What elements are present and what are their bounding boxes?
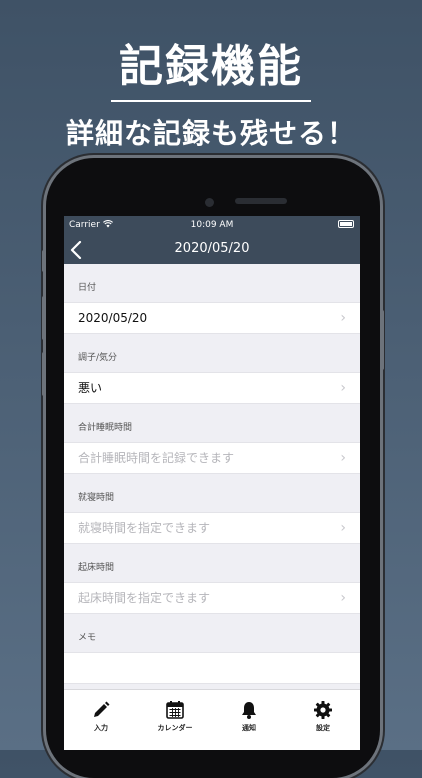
tab-notifications[interactable]: 通知: [212, 690, 286, 750]
title-underline: [111, 100, 311, 102]
total-sleep-placeholder: 合計睡眠時間を記録できます: [78, 451, 235, 465]
chevron-right-icon: ›: [340, 520, 346, 536]
volume-down-button: [42, 352, 46, 396]
bell-icon: [242, 702, 256, 719]
section-header-total-sleep: 合計睡眠時間: [78, 423, 133, 433]
chevron-right-icon: ›: [340, 590, 346, 606]
memo-field[interactable]: [64, 652, 360, 684]
total-sleep-row[interactable]: 合計睡眠時間を記録できます ›: [64, 442, 360, 474]
status-bar: Carrier 10:09 AM: [64, 216, 360, 234]
section-header-condition: 調子/気分: [78, 353, 118, 363]
wake-time-row[interactable]: 起床時間を指定できます ›: [64, 582, 360, 614]
form-list: 日付 2020/05/20 › 調子/気分 悪い › 合計睡眠時間 合計睡眠時間…: [64, 264, 360, 684]
wake-time-placeholder: 起床時間を指定できます: [78, 591, 211, 605]
battery-icon: [338, 220, 354, 228]
bedtime-row[interactable]: 就寝時間を指定できます ›: [64, 512, 360, 544]
tab-calendar[interactable]: カレンダー: [138, 690, 212, 750]
pencil-icon: [94, 701, 110, 717]
app-screen: Carrier 10:09 AM 2020/05/20 日付 2020/05/2…: [64, 216, 360, 750]
section-header-wake-time: 起床時間: [78, 563, 115, 573]
date-row[interactable]: 2020/05/20 ›: [64, 302, 360, 334]
gear-icon: [314, 701, 332, 719]
tab-notifications-label: 通知: [242, 724, 256, 732]
section-header-memo: メモ: [78, 633, 97, 643]
tab-bar: 入力 カレンダー 通知 設定: [64, 689, 360, 750]
chevron-right-icon: ›: [340, 310, 346, 326]
nav-title: 2020/05/20: [174, 241, 250, 256]
volume-up-button: [42, 296, 46, 340]
promo-title: 記録機能: [119, 41, 303, 92]
tab-calendar-label: カレンダー: [157, 724, 193, 732]
condition-row[interactable]: 悪い ›: [64, 372, 360, 404]
section-header-bedtime: 就寝時間: [78, 493, 115, 503]
mute-switch: [42, 250, 46, 272]
power-button: [380, 310, 384, 370]
promo-subtitle: 詳細な記録も残せる！: [65, 117, 356, 150]
chevron-right-icon: ›: [340, 380, 346, 396]
speaker-grille: [235, 198, 287, 204]
section-header-date: 日付: [78, 283, 97, 293]
condition-value: 悪い: [78, 381, 103, 395]
calendar-icon: [166, 701, 184, 719]
tab-settings[interactable]: 設定: [286, 690, 360, 750]
camera-icon: [205, 198, 214, 207]
bedtime-placeholder: 就寝時間を指定できます: [78, 521, 211, 535]
status-time: 10:09 AM: [190, 220, 234, 230]
tab-input[interactable]: 入力: [64, 690, 138, 750]
navigation-bar: 2020/05/20: [64, 234, 360, 264]
promo-header: 記録機能 詳細な記録も残せる！: [0, 30, 422, 152]
tab-input-label: 入力: [94, 724, 108, 732]
chevron-right-icon: ›: [340, 450, 346, 466]
date-value: 2020/05/20: [78, 311, 148, 325]
tab-settings-label: 設定: [316, 724, 330, 732]
